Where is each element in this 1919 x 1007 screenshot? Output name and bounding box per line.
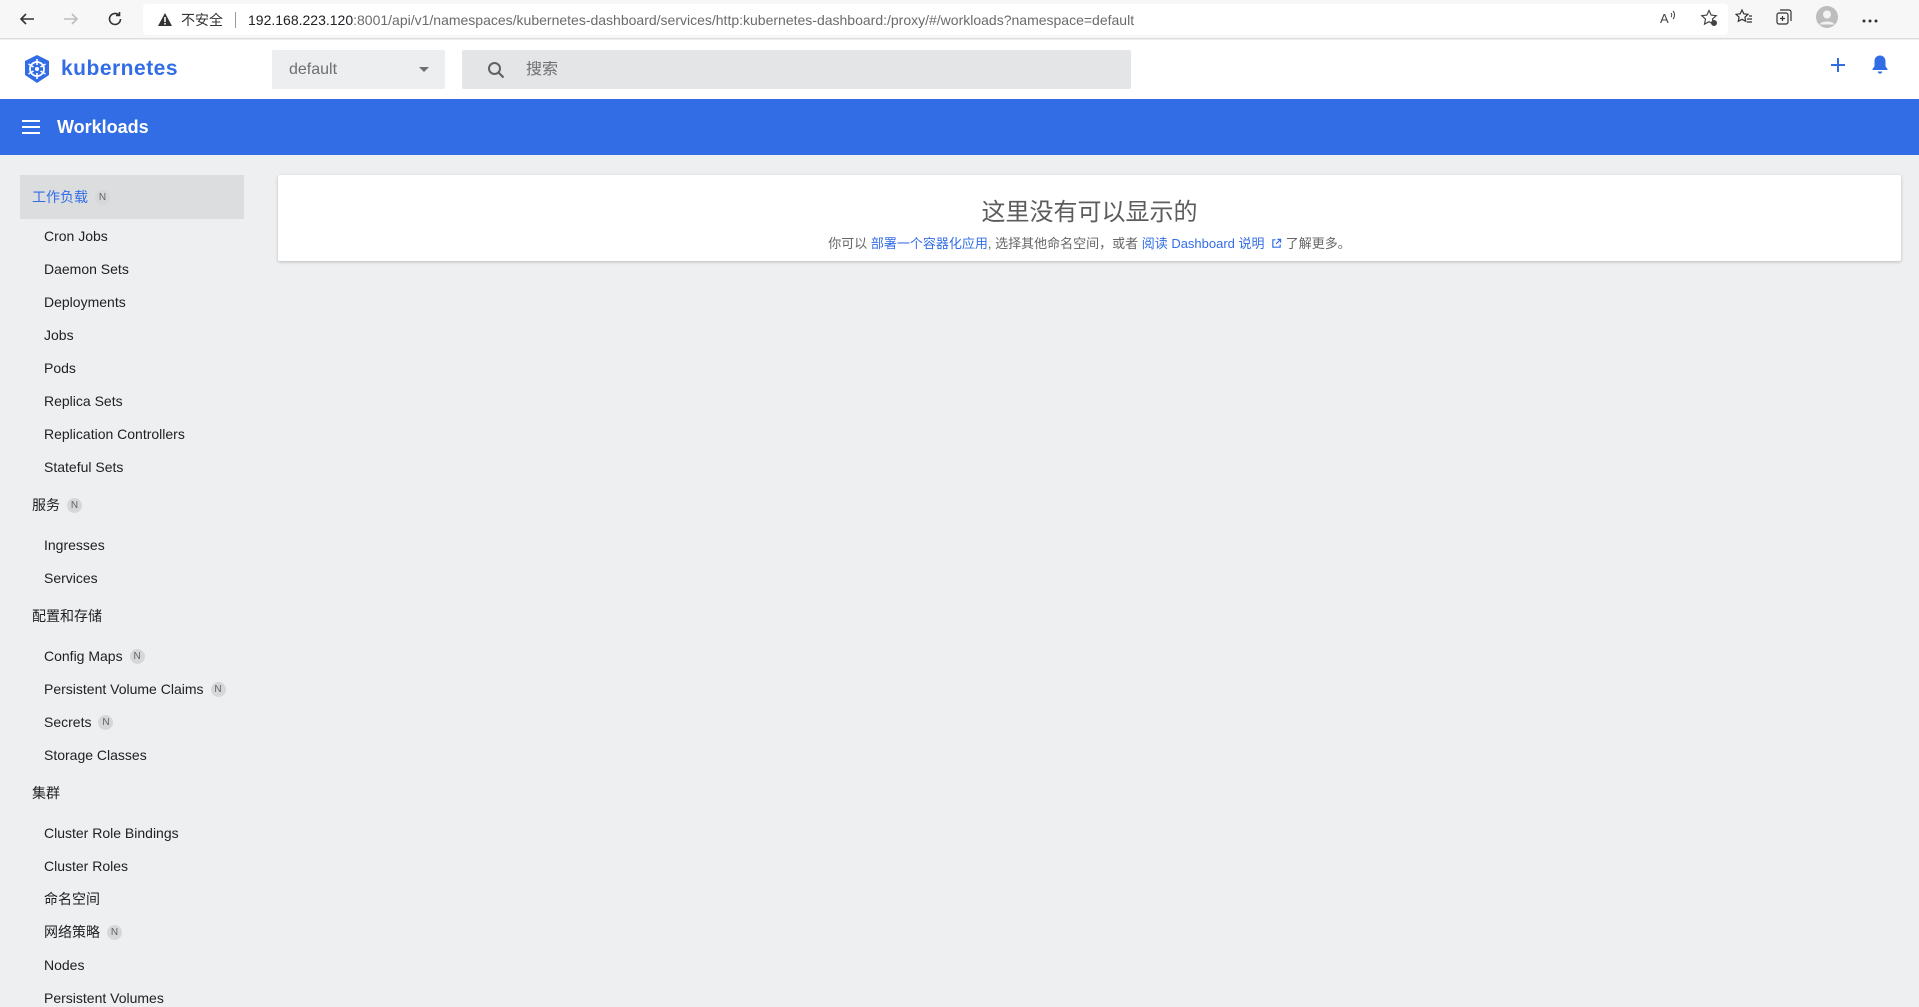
arrow-right-icon	[64, 13, 79, 25]
create-resource-button[interactable]	[1829, 56, 1847, 79]
sidebar-item-jobs[interactable]: Jobs	[44, 325, 74, 345]
sidebar-item-services[interactable]: Services	[44, 568, 98, 588]
kubernetes-logo[interactable]: kubernetes	[22, 54, 178, 84]
favorites-icon[interactable]	[1734, 8, 1753, 31]
sidebar: 工作负载 N Cron Jobs Daemon Sets Deployments …	[0, 155, 260, 1007]
menu-icon[interactable]	[22, 120, 40, 134]
page-title: Workloads	[57, 116, 149, 137]
sidebar-item-daemon-sets[interactable]: Daemon Sets	[44, 259, 129, 279]
caret-down-icon	[419, 67, 429, 72]
sidebar-group-cluster[interactable]: 集群	[20, 771, 244, 815]
sidebar-item-deployments[interactable]: Deployments	[44, 292, 126, 312]
sidebar-item-persistent-volumes[interactable]: Persistent Volumes	[44, 988, 164, 1007]
namespaced-badge: N	[129, 648, 145, 664]
header-actions	[1829, 54, 1889, 80]
namespaced-badge: N	[107, 924, 122, 940]
collections-icon[interactable]	[1775, 8, 1793, 31]
search-bar[interactable]	[462, 50, 1131, 89]
namespaced-badge: N	[67, 497, 82, 513]
more-options-icon[interactable]	[1861, 11, 1879, 29]
namespace-value: default	[289, 60, 338, 78]
address-separator	[235, 11, 236, 28]
read-aloud-icon[interactable]: A	[1660, 10, 1678, 29]
address-actions: A	[1660, 4, 1718, 35]
sidebar-item-secrets[interactable]: Secrets N	[44, 712, 114, 732]
insecure-label[interactable]: 不安全	[181, 10, 223, 30]
external-link-icon	[1272, 238, 1282, 248]
deploy-app-link[interactable]: 部署一个容器化应用	[871, 236, 988, 251]
empty-state-card: 这里没有可以显示的 你可以 部署一个容器化应用, 选择其他命名空间，或者 阅读 …	[278, 175, 1901, 261]
page-toolbar: Workloads	[0, 99, 1919, 155]
app-header: kubernetes default	[0, 40, 1919, 99]
address-bar[interactable]: 不安全 192.168.223.120:8001/api/v1/namespac…	[143, 4, 1728, 35]
sidebar-item-config-maps[interactable]: Config Maps N	[44, 646, 145, 666]
sidebar-item-pods[interactable]: Pods	[44, 358, 76, 378]
bell-icon	[1872, 55, 1888, 74]
brand-name: kubernetes	[61, 57, 179, 80]
profile-avatar-icon[interactable]	[1815, 5, 1839, 34]
sidebar-item-storage-classes[interactable]: Storage Classes	[44, 745, 147, 765]
warning-icon	[157, 12, 173, 27]
browser-actions	[1734, 0, 1879, 39]
sidebar-item-stateful-sets[interactable]: Stateful Sets	[44, 457, 123, 477]
kubernetes-wheel-icon	[25, 55, 49, 83]
sidebar-item-nodes[interactable]: Nodes	[44, 955, 84, 975]
reload-icon	[108, 12, 122, 26]
svg-text:A: A	[1660, 11, 1669, 26]
plus-icon	[1831, 57, 1845, 72]
search-icon	[487, 61, 505, 79]
empty-state-title: 这里没有可以显示的	[981, 199, 1198, 226]
namespaced-badge: N	[210, 681, 226, 697]
notifications-button[interactable]	[1871, 54, 1889, 80]
back-button[interactable]	[5, 0, 49, 39]
arrow-left-icon	[19, 13, 34, 25]
reload-button[interactable]	[93, 0, 137, 39]
sidebar-item-namespaces[interactable]: 命名空间	[44, 889, 100, 909]
sidebar-item-persistent-volume-claims[interactable]: Persistent Volume Claims N	[44, 679, 226, 699]
sidebar-item-replication-controllers[interactable]: Replication Controllers	[44, 424, 185, 444]
sidebar-item-cluster-roles[interactable]: Cluster Roles	[44, 856, 128, 876]
sidebar-group-config-storage[interactable]: 配置和存储	[20, 594, 244, 638]
sidebar-group-services[interactable]: 服务 N	[20, 483, 244, 527]
sidebar-item-ingresses[interactable]: Ingresses	[44, 535, 105, 555]
namespaced-badge: N	[95, 189, 110, 205]
sidebar-item-replica-sets[interactable]: Replica Sets	[44, 391, 123, 411]
namespaced-badge: N	[98, 714, 114, 730]
search-input[interactable]	[526, 60, 1086, 79]
sidebar-item-cluster-role-bindings[interactable]: Cluster Role Bindings	[44, 823, 179, 843]
empty-state-message: 你可以 部署一个容器化应用, 选择其他命名空间，或者 阅读 Dashboard …	[828, 236, 1351, 251]
url-text[interactable]: 192.168.223.120:8001/api/v1/namespaces/k…	[248, 12, 1134, 28]
favorite-add-icon[interactable]	[1700, 9, 1718, 30]
sidebar-item-cron-jobs[interactable]: Cron Jobs	[44, 226, 108, 246]
dashboard-docs-link[interactable]: 阅读 Dashboard 说明	[1142, 236, 1282, 251]
browser-toolbar: 不安全 192.168.223.120:8001/api/v1/namespac…	[0, 0, 1919, 39]
sidebar-group-workloads[interactable]: 工作负载 N	[20, 175, 244, 219]
namespace-select[interactable]: default	[272, 50, 445, 89]
forward-button[interactable]	[49, 0, 93, 39]
sidebar-item-network-policies[interactable]: 网络策略 N	[44, 922, 122, 942]
